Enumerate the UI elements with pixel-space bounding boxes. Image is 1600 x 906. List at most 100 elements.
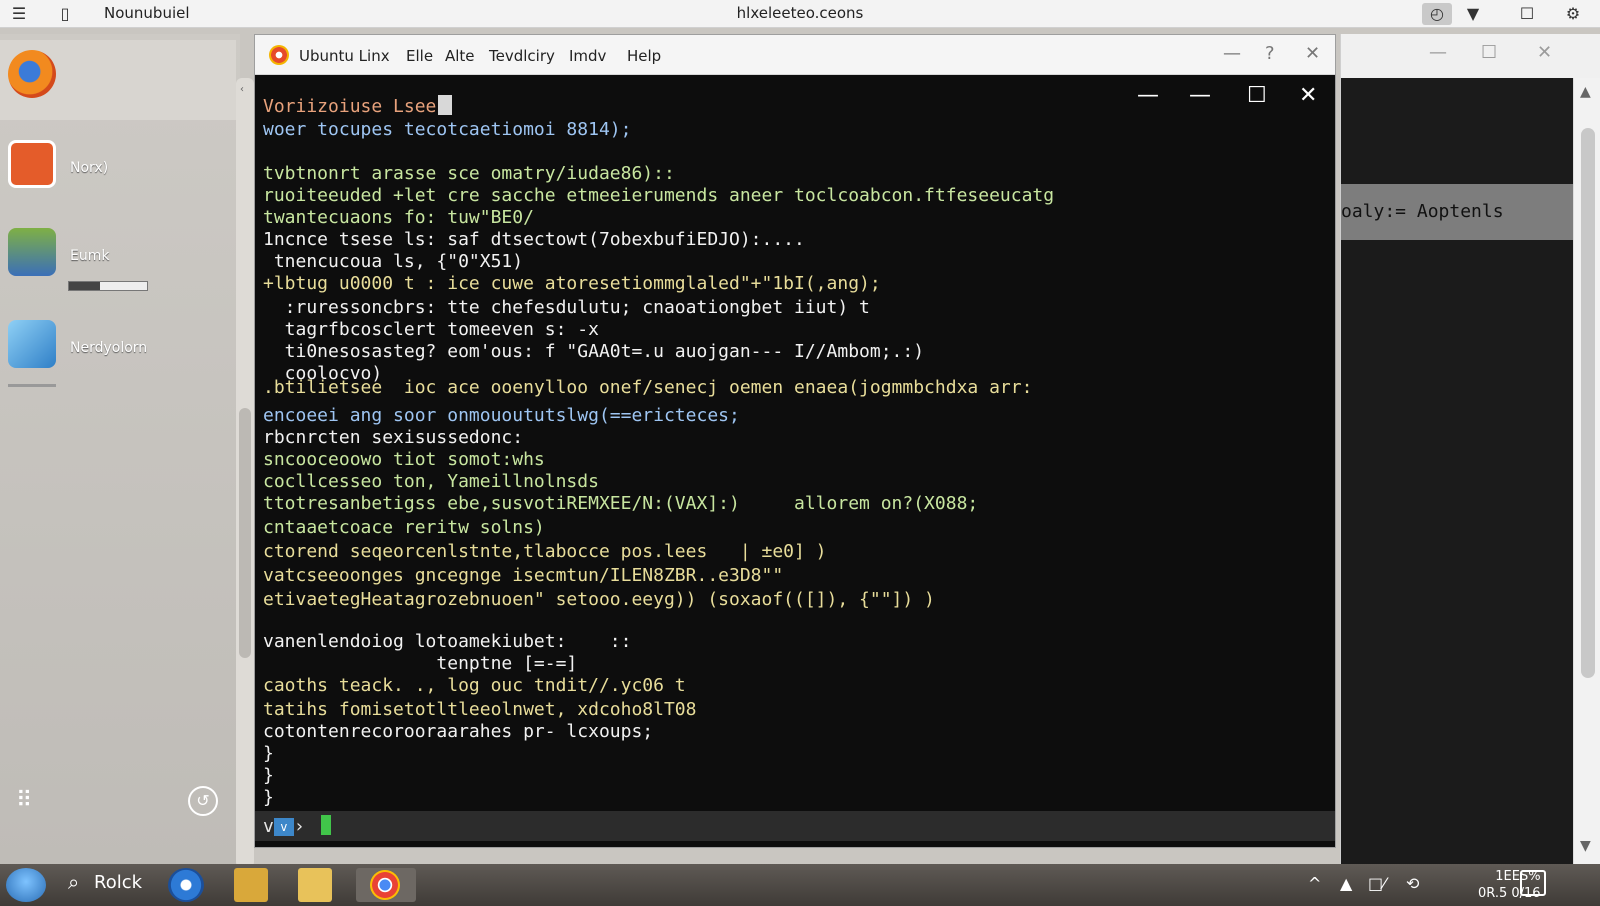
chrome-icon [370,870,400,900]
speed-icon[interactable]: ◴ [1422,3,1452,25]
terminal-line: 1ncnce tsese ls: saf dtsectowt(7obexbufi… [263,229,805,250]
terminal-line: .btilietsee ioc ace ooenylloo onef/senec… [263,377,1033,398]
terminal-line: } [263,743,274,764]
tray-item-3[interactable]: □⁄ [1368,874,1386,893]
terminal-line: cocllcesseo ton, Yameillnolnsds [263,471,599,492]
dock-item-firefox[interactable] [0,40,236,120]
chat-icon[interactable]: ☐ [1516,3,1538,25]
terminal-line: tnencucoua ls, {"0"X51) [263,251,524,272]
scroll-left-icon[interactable]: ‹ [240,84,244,95]
firefox-icon [8,50,56,98]
prompt[interactable]: v v › [263,815,331,837]
terminal-line: Voriizoiuse Lsee [263,96,437,117]
files-icon [8,228,56,276]
terminal-line: tagrfbcosclert tomeeven s: -x [263,319,599,340]
refresh-icon[interactable]: ↺ [188,786,218,816]
bg-scrollbar[interactable]: ▲ ▼ [1573,78,1600,864]
taskbar: ⌕ Rolck ^ ▲ □⁄ ⟲ 1EES% 0R.5 0/16 [0,864,1600,906]
scroll-down-icon[interactable]: ▼ [1580,838,1591,854]
tab-minimize-icon[interactable]: — [1137,83,1159,108]
dock-item-3[interactable]: Nerdyolorn [0,310,236,390]
terminal-line: rbcnrcten sexisussedonc: [263,427,524,448]
menu-item-terminal[interactable]: Imdv [569,47,606,65]
prompt-arrow: › [293,816,305,837]
folder-icon[interactable] [298,868,332,902]
dock-item-1[interactable]: Norx) [0,130,236,210]
terminal-line: caoths teack. ., log ouc tndit//.yc06 t [263,675,686,696]
help-icon[interactable]: ? [1265,43,1275,64]
top-bar: ☰ ▯ Nounubuiel hlxeleeteo.ceons ◴ ▼ ☐ ⚙ [0,0,1600,28]
menu-item-file[interactable]: Elle [406,47,433,65]
terminal-line: ti0nesosasteg? eom'ous: f "GAA0t=.u auoj… [263,341,925,362]
terminal-line-cursor-row: Voriizoiuse Lsee [263,95,453,118]
block-cursor [438,95,453,115]
terminal-line: vatcseeoonges gncegnge isecmtun/ILEN8ZBR… [263,565,784,586]
dock-divider [8,384,56,387]
prompt-prefix: v [263,816,274,837]
scroll-up-icon[interactable]: ▲ [1580,84,1591,100]
terminal-window: Ubuntu Linx Elle Alte Tevdlciry Imdv Hel… [254,34,1336,848]
prompt-chip: v [273,818,294,836]
dock-scroll-thumb[interactable] [239,408,251,658]
terminal-line: ctorend seqeorcenlstnte,tlabocce pos.lee… [263,541,827,562]
prompt-bar[interactable]: v v › [255,811,1335,841]
file-explorer-icon[interactable] [234,868,268,902]
terminal-line: ttotresanbetigss ebe,susvotiREMXEE/N:(VA… [263,493,979,514]
terminal-line: tatihs fomisetotltleeolnwet, xdcoho8lT08 [263,699,697,720]
notification-icon[interactable] [1520,870,1546,896]
tray-item-4[interactable]: ⟲ [1406,874,1419,893]
terminal-line: :ruressoncbrs: tte chefesdulutu; cnaoati… [263,297,870,318]
progress-indicator [68,281,148,291]
terminal-line: } [263,765,274,786]
terminal-line: ruoiteeuded +let cre sacche etmeeierumen… [263,185,1055,206]
terminal-line: +lbtug u0000 t : ice cuwe atoresetiommgl… [263,273,881,294]
terminal-titlebar: Ubuntu Linx Elle Alte Tevdlciry Imdv Hel… [255,35,1335,75]
box-icon [8,320,56,368]
dock-scrollbar[interactable]: ‹ [236,78,254,868]
menu-item-help[interactable]: Help [627,47,661,65]
terminal-line: sncooceoowo tiot somot:whs [263,449,545,470]
menu-item-edit[interactable]: Alte [445,47,475,65]
terminal-line: tvbtnonrt arasse sce omatry/iudae86):: [263,163,675,184]
menu-item-view[interactable]: Tevdlciry [489,47,555,65]
settings-gear-icon[interactable]: ⚙ [1562,3,1584,25]
app-grid-icon[interactable]: ⠿ [16,788,32,813]
terminal-line: cotontenrecorooraarahes pr- lcxoups; [263,721,654,742]
background-window: — ☐ ✕ oaly:= Aoptenls ▲ ▼ [1340,34,1600,864]
dock-item-label: Norx) [70,160,109,176]
tray-item-2[interactable]: ▲ [1340,874,1352,893]
bg-close-icon[interactable]: ✕ [1537,42,1552,63]
edge-icon[interactable] [168,868,204,902]
bg-window-bar: oaly:= Aoptenls [1341,184,1573,240]
terminal-line: tenptne [=-=] [263,653,578,674]
minimize-icon[interactable]: — [1223,43,1241,64]
terminal-line: cntaaetcoace reritw solns) [263,517,545,538]
tray-item-1[interactable]: ^ [1308,874,1321,893]
terminal-line: woer tocupes tecotcaetiomoi 8814); [263,119,632,140]
dock-item-label: Nerdyolorn [70,340,148,356]
close-icon[interactable]: ✕ [1305,43,1320,64]
terminal-line: etivaetegHeatagrozebnuoen" setooo.eeyg))… [263,589,935,610]
text-cursor [320,815,331,835]
terminal-line: } [263,787,274,808]
terminal-title: Ubuntu Linx [299,47,390,65]
inner-close-icon[interactable]: ✕ [1299,83,1317,108]
app-store-icon [8,140,56,188]
bg-minimize-icon[interactable]: — [1429,42,1447,63]
bg-scroll-thumb[interactable] [1581,128,1595,678]
left-dock: Norx) Eumk Nerdyolorn ⠿ ↺ ‹ [0,34,254,868]
terminal-line: twantecuaons fo: tuw"BE0/ [263,207,534,228]
terminal-line: vanenlendoiog lotoamekiubet: :: [263,631,632,652]
bg-maximize-icon[interactable]: ☐ [1481,42,1497,63]
taskbar-search-label[interactable]: Rolck [94,872,142,893]
wifi-icon[interactable]: ▼ [1462,3,1484,25]
dock-item-label: Eumk [70,248,110,264]
search-icon[interactable]: ⌕ [68,870,79,894]
terminal-line: encoeei ang soor onmouoututslwg(==ericte… [263,405,740,426]
start-button[interactable] [6,868,46,902]
chrome-icon [269,45,289,65]
inner-maximize-icon[interactable]: ☐ [1247,83,1267,108]
window-title: hlxeleeteo.ceons [736,4,864,22]
chrome-taskbar-button[interactable] [356,868,416,902]
inner-minimize-icon[interactable]: — [1189,83,1211,108]
